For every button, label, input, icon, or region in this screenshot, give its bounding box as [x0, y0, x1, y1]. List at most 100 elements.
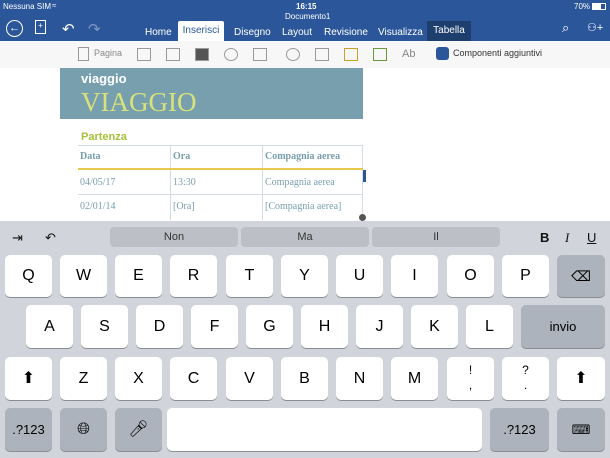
wordart-button[interactable]: Ab — [402, 48, 415, 60]
key-k[interactable]: K — [411, 305, 458, 348]
key-z[interactable]: Z — [60, 357, 107, 400]
key-j[interactable]: J — [356, 305, 403, 348]
table-cell[interactable]: Compagnia aerea — [265, 177, 335, 188]
key-y[interactable]: Y — [281, 255, 328, 297]
key-o[interactable]: O — [447, 255, 494, 297]
heading-big: VIAGGIO — [81, 87, 197, 117]
key-r[interactable]: R — [170, 255, 217, 297]
battery-icon — [592, 3, 606, 10]
table-col-divider — [362, 145, 363, 220]
table-col-divider — [262, 145, 263, 220]
tab-review[interactable]: Revisione — [324, 24, 368, 41]
key-p[interactable]: P — [502, 255, 549, 297]
key-w[interactable]: W — [60, 255, 107, 297]
tab-view[interactable]: Visualizza — [378, 24, 423, 41]
numbers-key-right[interactable]: .?123 — [490, 408, 549, 451]
table-col-divider — [170, 145, 171, 220]
key-comma-label: , — [468, 378, 473, 392]
table-cell[interactable]: 04/05/17 — [80, 177, 116, 188]
key-u[interactable]: U — [336, 255, 383, 297]
key-t[interactable]: T — [226, 255, 273, 297]
suggestion[interactable]: Non — [110, 227, 238, 247]
page-icon — [78, 47, 89, 61]
share-button[interactable]: ⚇+ — [587, 21, 603, 34]
shift-key-right[interactable]: ⬆ — [557, 357, 605, 400]
add-person-icon: ⚇+ — [587, 22, 604, 34]
shapes-icon[interactable] — [224, 48, 238, 61]
dictation-key[interactable]: 🎤︎ — [115, 408, 162, 451]
key-a[interactable]: A — [26, 305, 73, 348]
tab-arrow-icon: ⇥ — [12, 230, 23, 245]
undo-button[interactable]: ↶ — [62, 20, 75, 38]
table-cell[interactable]: [Compagnia aerea] — [265, 201, 341, 212]
key-i[interactable]: I — [391, 255, 438, 297]
key-comma[interactable]: ! , — [447, 357, 494, 400]
key-l[interactable]: L — [466, 305, 513, 348]
key-f[interactable]: F — [191, 305, 238, 348]
tab-layout[interactable]: Layout — [282, 24, 312, 41]
key-s[interactable]: S — [81, 305, 128, 348]
table-row-border — [78, 194, 363, 195]
table-cell[interactable]: 13:30 — [173, 177, 196, 188]
table-header-airline[interactable]: Compagnia aerea — [265, 151, 340, 162]
key-q[interactable]: Q — [5, 255, 52, 297]
table-header-time[interactable]: Ora — [173, 151, 190, 162]
space-bar[interactable] — [167, 408, 482, 451]
undo-icon: ↶ — [45, 230, 56, 245]
battery-percent: 70% — [574, 2, 591, 11]
header-footer-icon[interactable] — [344, 48, 358, 61]
image-icon[interactable] — [166, 48, 180, 61]
italic-button[interactable]: I — [565, 230, 569, 246]
key-g[interactable]: G — [246, 305, 293, 348]
footnote-icon[interactable] — [373, 48, 387, 61]
key-x[interactable]: X — [115, 357, 162, 400]
suggestion[interactable]: Ma — [241, 227, 369, 247]
underline-button[interactable]: U — [587, 230, 596, 245]
table-cell[interactable]: [Ora] — [173, 201, 195, 212]
comment-icon[interactable] — [315, 48, 329, 61]
search-button[interactable]: ⌕ — [562, 20, 569, 36]
globe-key[interactable]: 🌐︎ — [60, 408, 107, 451]
bold-button[interactable]: B — [540, 230, 549, 245]
key-c[interactable]: C — [170, 357, 217, 400]
back-button[interactable]: ← — [6, 20, 23, 37]
page-button[interactable]: Pagina — [94, 48, 122, 58]
camera-icon[interactable] — [195, 48, 209, 61]
key-h[interactable]: H — [301, 305, 348, 348]
file-button[interactable]: + — [35, 20, 46, 34]
table-resize-handle[interactable] — [359, 214, 366, 221]
tab-home[interactable]: Home — [145, 24, 172, 41]
table-cell[interactable]: 02/01/14 — [80, 201, 116, 212]
key-n[interactable]: N — [336, 357, 383, 400]
tab-insert[interactable]: Inserisci — [178, 21, 224, 41]
key-d[interactable]: D — [136, 305, 183, 348]
key-m[interactable]: M — [391, 357, 438, 400]
redo-button[interactable]: ↷ — [88, 20, 101, 38]
tab-draw[interactable]: Disegno — [234, 24, 271, 41]
textbox-icon[interactable] — [253, 48, 267, 61]
tab-table[interactable]: Tabella — [427, 21, 471, 41]
addins-icon — [436, 47, 449, 60]
backspace-key[interactable]: ⌫ — [557, 255, 605, 297]
redo-icon: ↷ — [88, 21, 101, 38]
key-period[interactable]: ? . — [502, 357, 549, 400]
suggestion[interactable]: Il — [372, 227, 500, 247]
text-cursor — [363, 170, 366, 182]
key-v[interactable]: V — [226, 357, 273, 400]
addins-button[interactable]: Componenti aggiuntivi — [453, 48, 542, 58]
numbers-key-left[interactable]: .?123 — [5, 408, 52, 451]
keyboard-hide-icon: ⌨ — [571, 422, 591, 437]
hide-keyboard-key[interactable]: ⌨ — [557, 408, 605, 451]
document-title: Documento1 — [285, 12, 331, 21]
shift-key-left[interactable]: ⬆ — [5, 357, 52, 400]
key-e[interactable]: E — [115, 255, 162, 297]
shift-icon: ⬆ — [574, 370, 588, 387]
key-b[interactable]: B — [281, 357, 328, 400]
return-key[interactable]: invio — [521, 305, 605, 348]
table-header-date[interactable]: Data — [80, 151, 101, 162]
tab-key-button[interactable]: ⇥ — [12, 230, 23, 246]
table-icon[interactable] — [137, 48, 151, 61]
key-exclamation-label: ! — [468, 363, 473, 377]
link-icon[interactable] — [286, 48, 300, 61]
undo-key-button[interactable]: ↶ — [45, 230, 56, 246]
